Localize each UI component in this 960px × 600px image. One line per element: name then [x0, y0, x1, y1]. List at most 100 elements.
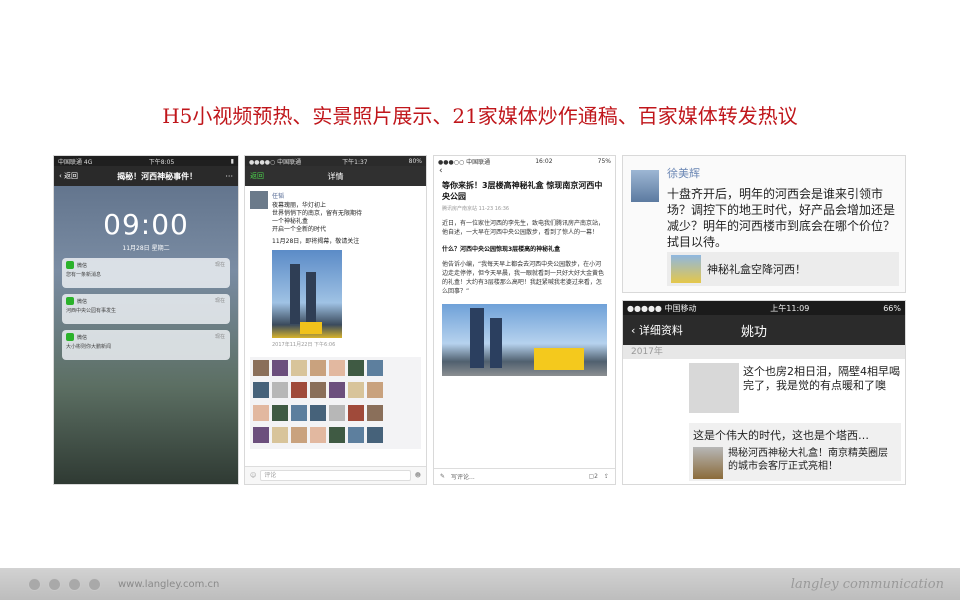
like-avatar[interactable]: [367, 360, 383, 376]
battery-icon: ▮: [230, 157, 234, 165]
link-title: 神秘礼盒空降河西！: [707, 263, 806, 276]
status-bar: ●●●●● 中国移动 上午11:09 66%: [623, 301, 905, 315]
like-avatar[interactable]: [272, 404, 288, 421]
emoji-icon[interactable]: ☻: [415, 472, 421, 479]
slide-title: H5小视频预热、实景照片展示、21家媒体炒作通稿、百家媒体转发热议: [162, 104, 798, 128]
comment-count-icon[interactable]: ▢2: [588, 473, 598, 480]
like-avatar[interactable]: [253, 426, 269, 443]
likes-avatar-grid: [250, 357, 421, 449]
screenshot-social-post: 徐美辉 十盘齐开后，明年的河西会是谁来引领市场？调控下的地王时代，好产品会增加还…: [622, 155, 906, 293]
back-chevron-icon[interactable]: ‹: [434, 166, 615, 180]
circle-icon: [48, 577, 61, 591]
back-button[interactable]: ‹ 详细资料: [631, 322, 711, 338]
post-author[interactable]: 任韬: [272, 191, 362, 200]
post-text: 这个也房2相日泪，隔壁4相早喝完了，我是觉的有点暖和了噢: [743, 365, 900, 392]
footer-brand-logo: langley communication: [790, 576, 944, 592]
like-avatar[interactable]: [329, 382, 345, 399]
like-avatar[interactable]: [253, 382, 269, 399]
more-icon[interactable]: ···: [225, 172, 233, 181]
circle-icon: [28, 577, 41, 591]
shared-link-card[interactable]: 神秘礼盒空降河西！: [667, 252, 899, 286]
status-bar: 中国联通 4G 下午8:05 ▮: [54, 156, 238, 166]
post-author[interactable]: 徐美辉: [667, 165, 700, 181]
like-avatar[interactable]: [253, 404, 269, 421]
back-button[interactable]: 返回: [250, 171, 290, 181]
like-avatar[interactable]: [310, 404, 326, 421]
like-avatar[interactable]: [272, 382, 288, 399]
wechat-icon: [66, 261, 74, 269]
footer-url: www.langley.com.cn: [118, 578, 220, 590]
avatar[interactable]: [631, 170, 659, 202]
article-paragraph: 他告诉小编，“我每天早上都会去河西中央公园散步，在小河边走走停停，但今天早晨，我…: [442, 261, 605, 295]
shared-post[interactable]: 这是个伟大的时代，这也是个塔西… 揭秘河西神秘大礼盒！南京精英圈层的城市会客厅正…: [689, 423, 901, 481]
notification-card[interactable]: 微信 现在 大小彬则你大鹏新闻: [62, 330, 230, 360]
like-avatar[interactable]: [310, 426, 326, 443]
like-avatar[interactable]: [291, 404, 307, 421]
post-meta: 2017年11月22日 下午6:06: [272, 342, 336, 348]
comment-bar: ☺ 评论 ☻: [245, 466, 426, 484]
screenshot-profile-detail: ●●●●● 中国移动 上午11:09 66% ‹ 详细资料 姚功 2017年 这…: [622, 300, 906, 485]
like-avatar[interactable]: [291, 382, 307, 399]
like-avatar[interactable]: [272, 426, 288, 443]
notification-card[interactable]: 微信 现在 您有一条新消息: [62, 258, 230, 288]
back-button[interactable]: ‹ 返回: [59, 171, 89, 181]
like-avatar[interactable]: [367, 404, 383, 421]
post-date-line: 11月28日，即将揭幕，敬请关注: [272, 238, 360, 245]
status-bar: ●●●○○ 中国联通 16:02 75%: [434, 156, 615, 166]
like-avatar[interactable]: [329, 360, 345, 376]
post-thumbnail[interactable]: [689, 363, 739, 413]
article-meta: 腾讯房产南京站 11-23 16:36: [442, 206, 510, 212]
circle-icon: [68, 577, 81, 591]
article-photo[interactable]: [442, 304, 607, 376]
like-avatar[interactable]: [291, 360, 307, 376]
like-avatar[interactable]: [310, 382, 326, 399]
wechat-icon: [66, 297, 74, 305]
article-paragraph: 近日，有一位家住河西的李先生，致电我们腾讯房产南京站，他自述，一大早在河西中央公…: [442, 220, 605, 236]
screenshot-moments-post: ●●●●○ 中国联通 下午1:37 80% 返回 详情 任韬 夜幕瑰丽，华灯初上…: [244, 155, 427, 485]
time-text: 下午8:05: [148, 158, 175, 166]
avatar[interactable]: [250, 191, 268, 209]
nav-title: 详情: [327, 171, 344, 181]
year-divider: 2017年: [623, 345, 905, 359]
article-title: 等你来拆！3层楼高神秘礼盒 惊现南京河西中央公园: [442, 181, 603, 201]
like-avatar[interactable]: [348, 404, 364, 421]
link-thumbnail: [671, 255, 701, 283]
share-icon[interactable]: ⇪: [604, 473, 609, 480]
like-avatar[interactable]: [329, 426, 345, 443]
like-avatar[interactable]: [348, 426, 364, 443]
shared-post-heading: 这是个伟大的时代，这也是个塔西…: [693, 429, 869, 442]
wechat-icon: [66, 333, 74, 341]
nav-bar: ‹ 详细资料 姚功: [623, 315, 905, 345]
shared-post-thumbnail: [693, 447, 723, 479]
nav-bar: 返回 详情: [245, 166, 426, 186]
write-comment-button[interactable]: 写评论...: [451, 472, 475, 481]
like-avatar[interactable]: [348, 382, 364, 399]
like-avatar[interactable]: [253, 360, 269, 376]
article-bottom-bar: ✎ 写评论... ▢2 ⇪: [434, 468, 615, 484]
nav-bar: ‹ 返回 揭秘！河西神秘事件！ ···: [54, 166, 238, 186]
shared-post-text: 揭秘河西神秘大礼盒！南京精英圈层的城市会客厅正式亮相！: [728, 448, 888, 472]
post-text: 十盘齐开后，明年的河西会是谁来引领市场？调控下的地王时代，好产品会增加还是减少？…: [667, 187, 896, 249]
like-avatar[interactable]: [272, 360, 288, 376]
smile-icon[interactable]: ☺: [250, 472, 256, 479]
comment-input[interactable]: 评论: [260, 470, 411, 481]
lock-clock: 09:00: [103, 208, 189, 241]
slide-footer: www.langley.com.cn langley communication: [0, 568, 960, 600]
nav-title: 揭秘！河西神秘事件！: [117, 171, 198, 181]
like-avatar[interactable]: [310, 360, 326, 376]
like-avatar[interactable]: [367, 382, 383, 399]
like-avatar[interactable]: [291, 426, 307, 443]
post-text: 夜幕瑰丽，华灯初上 世界悄悄下的南京，留有无限期待 一个神秘礼盒 开启一个全新的…: [272, 202, 363, 233]
carrier-text: 中国联通 4G: [58, 158, 93, 166]
post-photo[interactable]: [272, 250, 342, 338]
status-bar: ●●●●○ 中国联通 下午1:37 80%: [245, 156, 426, 166]
edit-icon[interactable]: ✎: [440, 473, 445, 480]
screenshot-lockscreen: 中国联通 4G 下午8:05 ▮ ‹ 返回 揭秘！河西神秘事件！ ··· 09:…: [53, 155, 239, 485]
lock-date: 11月28日 星期二: [122, 245, 170, 252]
notification-card[interactable]: 微信 现在 河西中央公园有事发生: [62, 294, 230, 324]
moments-post: 任韬 夜幕瑰丽，华灯初上 世界悄悄下的南京，留有无限期待 一个神秘礼盒 开启一个…: [245, 186, 426, 353]
like-avatar[interactable]: [367, 426, 383, 443]
like-avatar[interactable]: [329, 404, 345, 421]
like-avatar[interactable]: [348, 360, 364, 376]
circle-icon: [88, 577, 101, 591]
